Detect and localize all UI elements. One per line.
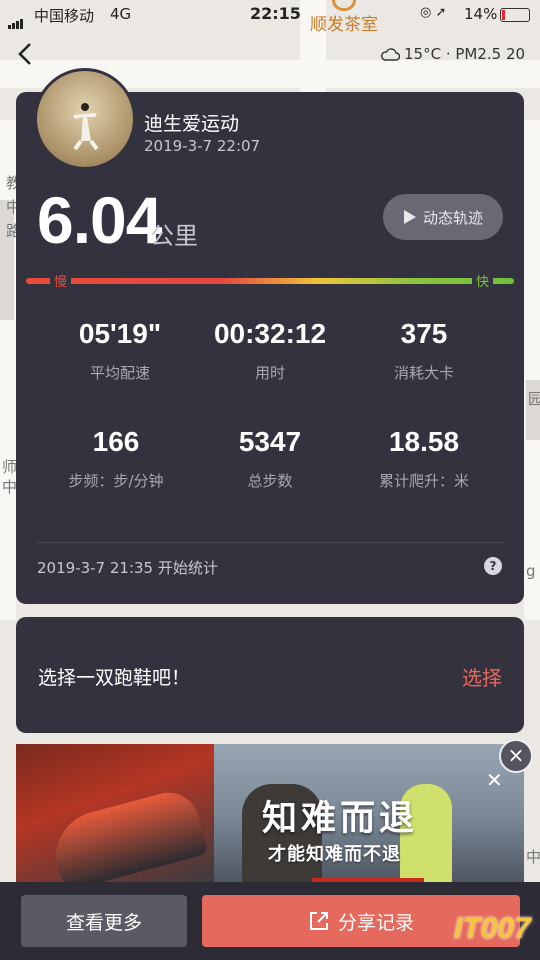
pace-slow-label: 慢 [50,271,72,290]
stat-value: 00:32:12 [213,318,327,349]
share-record-label: 分享记录 [337,911,414,934]
battery-percent: 14% [464,5,498,23]
divider [37,542,503,543]
shoe-prompt: 选择一双跑鞋吧！ [38,667,191,689]
location-icon: ◎ ➚ [420,5,447,20]
view-more-button[interactable]: 查看更多 [21,895,187,947]
ad-subline: 才能知难而不退 [268,844,401,865]
cloud-icon [381,48,400,61]
pace-fast-label: 快 [472,271,494,290]
stat-calories: 375 消耗大卡 [354,318,494,383]
weather-info: 15°C · PM2.5 20 [380,45,525,63]
avatar-figure-icon [73,103,99,151]
map-side-label: 师 [2,458,18,476]
help-icon[interactable]: ? [484,557,502,575]
chevron-left-icon [18,43,31,65]
dynamic-track-button[interactable]: 动态轨迹 [383,194,503,240]
dynamic-track-label: 动态轨迹 [422,208,483,227]
network-type: 4G [110,5,132,23]
stat-label: 步频：步/分钟 [68,472,164,490]
stat-value: 375 [400,318,448,349]
signal-icon [8,11,24,29]
avatar[interactable] [34,68,136,170]
stat-elevation-gain: 18.58 累计爬升：米 [354,426,494,491]
stat-value: 05'19" [78,318,162,349]
status-bar: 中国移动 4G 22:15 ◎ ➚ 14% [0,0,540,30]
battery-icon [500,8,530,22]
stat-value: 5347 [238,426,302,457]
start-time-text: 2019-3-7 21:35 开始统计 [37,559,218,577]
stat-label: 累计爬升：米 [378,472,469,490]
stat-label: 总步数 [247,472,293,490]
stat-total-steps: 5347 总步数 [200,426,340,491]
record-datetime: 2019-3-7 22:07 [144,137,261,155]
stat-cadence: 166 步频：步/分钟 [46,426,186,491]
stat-label: 消耗大卡 [393,364,454,382]
pace-gradient-bar [26,278,514,284]
shoe-card: 选择一双跑鞋吧！ 选择 [16,617,524,733]
stat-avg-pace: 05'19" 平均配速 [50,318,190,383]
stat-value: 166 [92,426,140,457]
map-poi-label[interactable]: 顺发茶室 [310,10,378,35]
distance-value: 6.04 [37,183,162,257]
clock: 22:15 [250,4,301,23]
ad-headline: 知难而退 [262,799,419,839]
carrier-name: 中国移动 [34,7,95,25]
stat-label: 平均配速 [89,364,150,382]
watermark-logo: IT007 [454,912,531,945]
play-icon [403,210,416,224]
weather-text: 15°C · PM2.5 20 [404,45,526,63]
stat-value: 18.58 [388,426,460,457]
ad-banner[interactable]: 知难而退 才能知难而不退 ✕ [16,744,524,884]
map-side-label: 中 [2,478,18,496]
map-side-label: 中 [526,848,540,866]
brand-logo-icon: ✕ [486,768,503,792]
map-side-label: g [526,562,536,580]
stat-label: 用时 [254,364,285,382]
close-ad-button[interactable]: × [499,739,533,773]
select-shoe-button[interactable]: 选择 [462,662,502,691]
back-button[interactable] [14,42,38,66]
distance-unit: 公里 [150,222,198,250]
user-name[interactable]: 迪生爱运动 [144,109,239,136]
stat-duration: 00:32:12 用时 [200,318,340,383]
share-icon [309,912,328,930]
map-side-label: 园 [528,390,540,408]
